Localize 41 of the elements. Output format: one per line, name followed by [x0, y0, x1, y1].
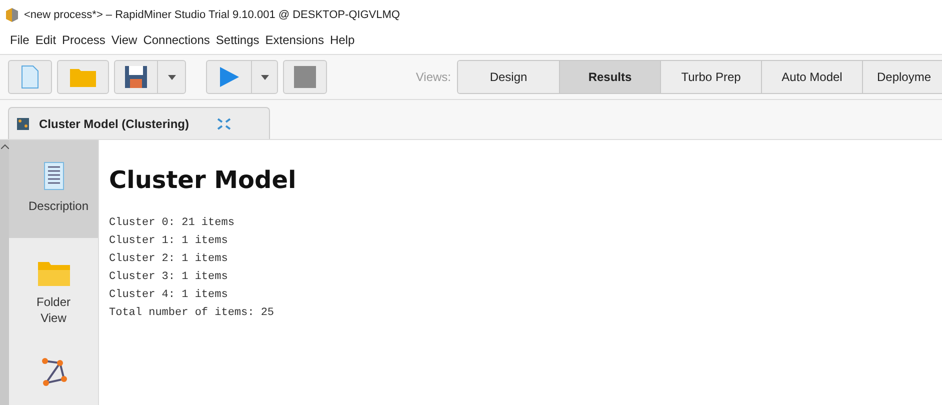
- menu-item[interactable]: Help: [330, 31, 355, 49]
- folder-icon: [38, 260, 70, 286]
- document-lines-icon: [44, 162, 64, 190]
- stop-button[interactable]: [283, 60, 327, 94]
- collapse-icon[interactable]: [217, 118, 232, 130]
- play-icon: [218, 66, 240, 88]
- view-tab[interactable]: Deployme: [862, 61, 942, 93]
- menu-item[interactable]: File: [10, 31, 30, 49]
- menu-item[interactable]: Process: [62, 31, 106, 49]
- app-logo-icon: [6, 8, 18, 22]
- output-line: Total number of items: 25: [109, 306, 276, 321]
- sidebar-item[interactable]: Description: [9, 140, 98, 238]
- result-tab[interactable]: Cluster Model (Clustering): [8, 107, 270, 139]
- view-tab[interactable]: Auto Model: [761, 61, 862, 93]
- caret-icon: [168, 74, 176, 80]
- menu-item[interactable]: Settings: [216, 31, 260, 49]
- caret-icon: [260, 74, 268, 80]
- output-line: Cluster 2: 1 items: [109, 252, 229, 267]
- output-line: Cluster 0: 21 items: [109, 216, 236, 231]
- scroll-up-icon[interactable]: [0, 144, 8, 149]
- open-folder-button[interactable]: [57, 60, 109, 94]
- view-tab[interactable]: Design: [458, 61, 559, 93]
- network-graph-icon: [40, 358, 66, 386]
- view-tab[interactable]: Results: [559, 61, 660, 93]
- new-file-button[interactable]: [8, 60, 52, 94]
- output-line: Cluster 3: 1 items: [109, 270, 229, 285]
- view-tab[interactable]: Turbo Prep: [660, 61, 761, 93]
- content-title: Cluster Model: [109, 165, 298, 196]
- menu-item[interactable]: Extensions: [265, 31, 324, 49]
- output-line: Cluster 1: 1 items: [109, 234, 229, 249]
- stop-icon: [294, 66, 316, 88]
- scrollbar[interactable]: [0, 140, 9, 405]
- menu-item[interactable]: View: [111, 31, 138, 49]
- folder-icon: [70, 67, 96, 87]
- model-icon: [17, 118, 29, 130]
- menu-item[interactable]: Edit: [35, 31, 56, 49]
- document-icon: [21, 65, 39, 89]
- output-line: Cluster 4: 1 items: [109, 288, 229, 303]
- window-title: <new process*> – RapidMiner Studio Trial 9.10.001 @ DESKTOP-QIGVLMQ: [24, 8, 400, 23]
- views-label: Views:: [416, 69, 451, 86]
- menu-item[interactable]: Connections: [143, 31, 210, 49]
